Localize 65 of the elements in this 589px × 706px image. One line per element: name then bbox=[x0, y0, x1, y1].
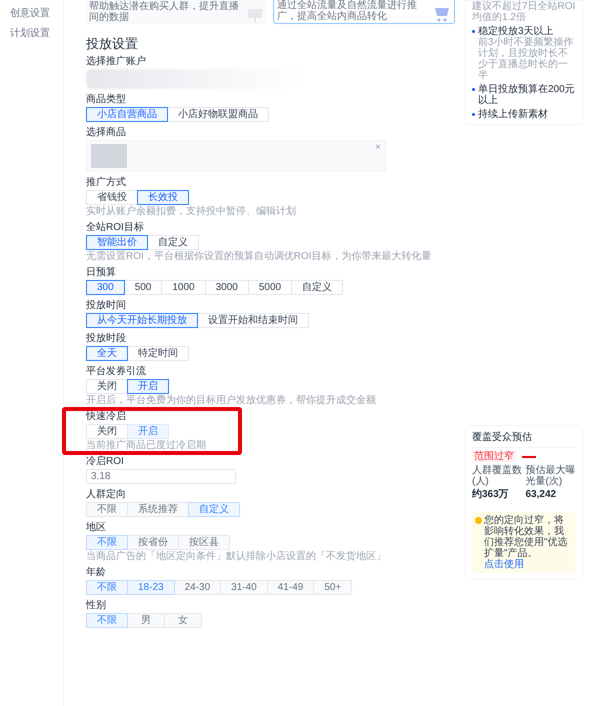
option-button[interactable]: 关闭 bbox=[86, 424, 128, 439]
field-label: 投放时间 bbox=[86, 300, 126, 312]
field-label: 人群定向 bbox=[86, 489, 126, 501]
option-button[interactable]: 从今天开始长期投放 bbox=[86, 313, 198, 328]
option-button[interactable]: 小店好物联盟商品 bbox=[167, 107, 269, 122]
option-button[interactable]: 智能出价 bbox=[86, 235, 148, 250]
easel-icon bbox=[246, 7, 264, 23]
tip-title: 稳定投放3天以上 bbox=[478, 26, 555, 37]
option-button[interactable]: 500 bbox=[124, 280, 162, 295]
sidebar-item[interactable]: 创意设置 bbox=[10, 8, 63, 20]
field-label: 全站ROI目标 bbox=[86, 222, 144, 234]
option-button[interactable]: 自定义 bbox=[291, 280, 344, 295]
field-label: 平台发券引流 bbox=[86, 366, 146, 378]
hint-text: 开启后，平台免费为你的目标用户发放优惠券，帮你提升成交金额 bbox=[86, 395, 376, 406]
bullet-icon bbox=[472, 88, 475, 91]
tip-note: 建议不超过7日全站ROI均值的1.2倍 bbox=[472, 1, 576, 23]
option-button[interactable]: 长效投 bbox=[137, 190, 189, 205]
option-button[interactable]: 300 bbox=[86, 280, 125, 295]
field-label: 地区 bbox=[86, 522, 106, 534]
field-label: 年龄 bbox=[86, 567, 106, 579]
warning-icon bbox=[475, 517, 482, 524]
tip-title: 单日投放预算在200元以上 bbox=[478, 84, 576, 106]
option-button[interactable]: 3000 bbox=[204, 280, 249, 295]
option-button[interactable]: 小店自营商品 bbox=[86, 107, 168, 122]
field-label: 性别 bbox=[86, 600, 106, 612]
metric-label: 预估最大曝光量(次) bbox=[526, 465, 576, 487]
close-button[interactable]: × bbox=[375, 143, 381, 153]
card-description: 帮助触达潜在购买人群，提升直播间的数据 bbox=[89, 1, 240, 23]
bullet-icon bbox=[472, 30, 475, 33]
use-link[interactable]: 点击使用 bbox=[484, 559, 524, 570]
field-label: 选择推广账户 bbox=[86, 56, 146, 68]
option-button[interactable]: 5000 bbox=[248, 280, 292, 295]
hint-text: 当前推广商品已度过冷启期 bbox=[86, 440, 206, 451]
notice-text: 您的定向过窄，将影响转化效果，我们推荐您使用"优选扩量"产品。 点击使用 bbox=[484, 515, 569, 570]
tip-title: 持续上传新素材 bbox=[478, 109, 548, 120]
field-label: 推广方式 bbox=[86, 177, 126, 189]
tip-detail: 前3小时不要频繁操作计划，且投放时长不少于直播总时长的一半 bbox=[478, 37, 575, 81]
hint-text: 无需设置ROI，平台根据你设置的预算自动调优ROI目标，为你带来最大转化量 bbox=[86, 251, 432, 262]
sidebar-item[interactable]: 计划设置 bbox=[10, 28, 63, 40]
option-button[interactable]: 设置开始和结束时间 bbox=[197, 313, 309, 328]
status-badge: 范围过窄 bbox=[472, 451, 516, 462]
cart-icon bbox=[433, 6, 451, 22]
metric-value: 约363万 bbox=[472, 489, 510, 501]
option-button[interactable]: 特定时间 bbox=[127, 346, 189, 361]
metric-label: 人群覆盖数(人) bbox=[472, 465, 522, 487]
field-label: 商品类型 bbox=[86, 94, 126, 106]
option-button[interactable]: 全天 bbox=[86, 346, 128, 361]
field-label: 投放时段 bbox=[86, 333, 126, 345]
field-label: 冷启ROI bbox=[86, 456, 124, 468]
field-label: 快速冷启 bbox=[86, 411, 126, 423]
option-button[interactable]: 省钱投 bbox=[86, 190, 138, 205]
metric-value: 63,242 bbox=[526, 489, 558, 501]
option-button[interactable]: 自定义 bbox=[147, 235, 199, 250]
option-button[interactable]: 1000 bbox=[161, 280, 206, 295]
field-label: 选择商品 bbox=[86, 127, 126, 139]
option-card[interactable]: 帮助触达潜在购买人群，提升直播间的数据 bbox=[86, 0, 267, 24]
bullet-icon bbox=[472, 113, 475, 116]
hint-text: 当商品广告的「地区定向条件」默认排除小店设置的「不发货地区」 bbox=[86, 551, 386, 562]
hint-text: 实时从账户余额扣费，支持投中暂停、编辑计划 bbox=[86, 206, 296, 217]
section-title: 投放设置 bbox=[86, 36, 139, 52]
option-button[interactable]: 开启 bbox=[127, 379, 169, 394]
card-title: 覆盖受众预估 bbox=[472, 432, 576, 448]
photo-placeholder bbox=[91, 144, 127, 168]
field-label: 日预算 bbox=[86, 267, 116, 279]
option-button[interactable]: 关闭 bbox=[86, 379, 128, 394]
